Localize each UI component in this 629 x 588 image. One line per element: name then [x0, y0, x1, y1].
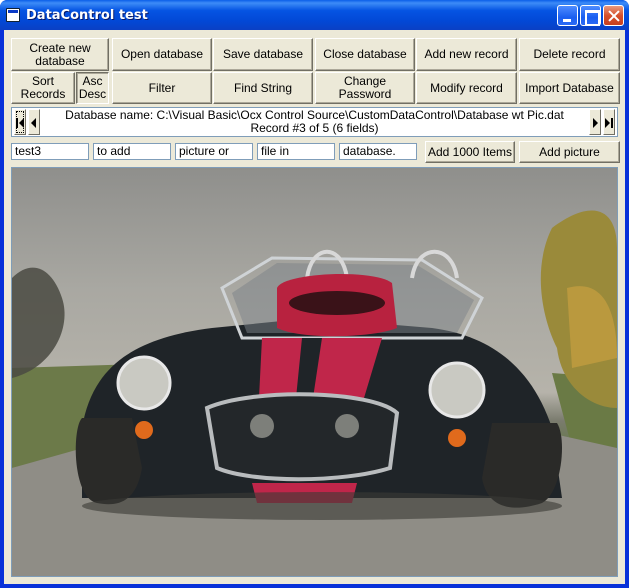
indicator-right	[448, 429, 466, 447]
add-new-record-button[interactable]: Add new record	[416, 38, 517, 71]
car-shadow	[82, 492, 562, 520]
record-navigator: Database name: C:\Visual Basic\Ocx Contr…	[11, 107, 618, 137]
arrow-right-icon	[605, 118, 610, 128]
open-database-button[interactable]: Open database	[112, 38, 212, 71]
field-5-input[interactable]: database.	[339, 143, 417, 160]
indicator-left	[135, 421, 153, 439]
close-window-button[interactable]	[603, 5, 624, 26]
window-title: DataControl test	[26, 8, 148, 23]
minimize-button[interactable]	[557, 5, 578, 26]
title-bar[interactable]: DataControl test	[0, 0, 629, 30]
field-3-input[interactable]: picture or	[175, 143, 253, 160]
previous-record-button[interactable]	[28, 109, 40, 135]
first-record-button[interactable]	[14, 109, 26, 135]
change-password-button[interactable]: Change Password	[315, 72, 415, 104]
filter-button[interactable]: Filter	[112, 72, 212, 104]
delete-record-button[interactable]: Delete record	[519, 38, 620, 71]
front-grille	[204, 392, 400, 482]
next-record-button[interactable]	[589, 109, 601, 135]
first-bar-icon	[16, 118, 18, 128]
modify-record-button[interactable]: Modify record	[416, 72, 517, 104]
last-record-button[interactable]	[603, 109, 615, 135]
fan-left	[250, 414, 274, 438]
headlight-right	[428, 361, 486, 419]
arrow-left-icon	[31, 118, 36, 128]
fan-right	[335, 414, 359, 438]
find-string-button[interactable]: Find String	[213, 72, 313, 104]
add-picture-button[interactable]: Add picture	[519, 141, 620, 163]
record-picture[interactable]	[11, 167, 618, 577]
arrow-right-icon	[593, 118, 598, 128]
save-database-button[interactable]: Save database	[213, 38, 313, 71]
navigator-info: Database name: C:\Visual Basic\Ocx Contr…	[44, 109, 585, 135]
maximize-button[interactable]	[580, 5, 601, 26]
car-photo	[12, 210, 617, 576]
headlight-left	[116, 355, 172, 411]
field-4-input[interactable]: file in	[257, 143, 335, 160]
create-new-database-button[interactable]: Create new database	[11, 38, 109, 71]
hood-scoop-intake	[289, 291, 385, 315]
app-window: DataControl test Create new database Ope…	[0, 0, 629, 588]
field-1-input[interactable]: test3	[11, 143, 89, 160]
client-area: Create new database Open database Save d…	[4, 30, 625, 584]
record-status-label: Record #3 of 5 (6 fields)	[250, 121, 379, 135]
tree-left	[12, 267, 65, 378]
wheel-right	[482, 423, 562, 508]
app-icon[interactable]	[6, 8, 20, 22]
add-1000-items-button[interactable]: Add 1000 Items	[425, 141, 515, 163]
asc-desc-toggle[interactable]: Asc Desc	[76, 72, 109, 104]
wheel-left	[75, 418, 142, 505]
field-2-input[interactable]: to add	[93, 143, 171, 160]
sort-records-button[interactable]: Sort Records	[11, 72, 75, 104]
arrow-left-icon	[19, 118, 24, 128]
import-database-button[interactable]: Import Database	[519, 72, 620, 104]
close-database-button[interactable]: Close database	[315, 38, 415, 71]
last-bar-icon	[611, 118, 613, 128]
